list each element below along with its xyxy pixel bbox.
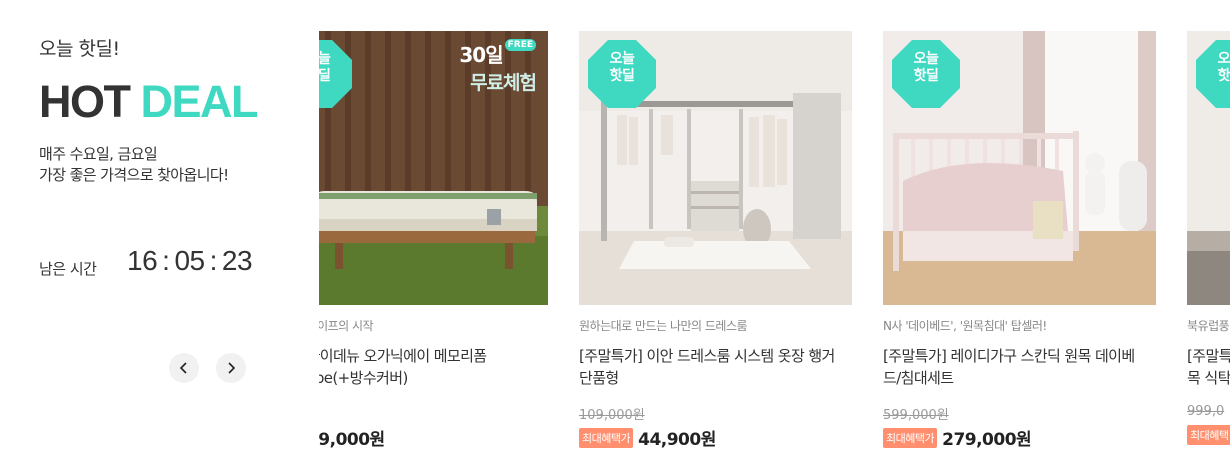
product-name[interactable]: [주말특 목 식탁 [1187,345,1230,389]
timer-label: 남은 시간 [39,260,97,278]
product-subtitle: N사 '데이베드', '원목침대' 탑셀러! [883,319,1047,333]
max-benefit-badge: 최대혜택가 [579,427,634,448]
promo-day: 30일 [459,43,503,67]
max-benefit-badge: 최대혜택가 [883,427,938,448]
title-deal: DEAL [140,76,259,127]
original-price: 0원 [319,404,548,421]
product-image-table[interactable]: 오늘 핫딜 [1187,31,1230,305]
free-trial-tag: 30일 FREE 무료체험 [459,39,537,95]
hot-deal-title: HOT DEAL [39,76,259,128]
title-hot: HOT [39,76,131,127]
product-subtitle: 원하는대로 만드는 나만의 드레스룸 [579,319,748,333]
product-name[interactable]: [주말특가] 이안 드레스룸 시스템 옷장 행거 단품형 [579,345,852,389]
desc-line-1: 매주 수요일, 금요일 [39,145,158,163]
chevron-left-icon [179,362,187,374]
product-card[interactable]: 오늘 핫딜 북유럽풍 [주말특 목 식탁 999,0 최대혜택 [1187,31,1230,445]
hotdeal-badge-text: 오늘 핫딜 [913,51,939,84]
price-row: 최대혜택 [1187,425,1230,445]
product-image-daybed[interactable]: 오늘 핫딜 [883,31,1156,305]
max-benefit-badge: 최대혜택 [1187,425,1230,445]
product-card[interactable]: 오늘 핫딜 원하는대로 만드는 나만의 드레스룸 [주말특가] 이안 드레스룸 … [579,31,852,450]
sale-price: 44,900원 [638,430,716,450]
original-price: 109,000원 [579,408,645,423]
product-image-mattress[interactable]: 오늘 핫딜 30일FREE 무료체험 [319,31,548,305]
hot-deal-description: 매주 수요일, 금요일 가장 좋은 가격으로 찾아옵니다! [39,144,229,186]
next-button[interactable] [216,353,246,383]
hotdeal-badge-text: 오늘 핫딜 [609,51,635,84]
price-row: 최대혜택가 44,900원 [579,425,852,450]
original-price: 999,0 [1187,404,1225,419]
product-card[interactable]: 오늘 핫딜 N사 '데이베드', '원목침대' 탑셀러! [주말특가] 레이디가… [883,31,1156,450]
chevron-right-icon [228,362,236,374]
product-subtitle: 2가닉 라이프의 시작 [319,319,374,333]
product-subtitle: 북유럽풍 [1187,319,1230,333]
hotdeal-badge-text: 오늘 핫딜 [1217,51,1230,84]
countdown-timer: 16:05:23 [127,245,253,276]
product-name[interactable]: }가] 아이데뉴 오가닉에이 메모리폼 스 3type(+방수커버) [319,345,548,389]
price-row: 가 259,000원 [319,425,548,450]
prev-button[interactable] [169,353,199,383]
desc-line-2: 가장 좋은 가격으로 찾아옵니다! [39,166,229,184]
timer-hours: 16 [127,245,158,276]
price-row: 최대혜택가 279,000원 [883,425,1156,450]
product-name[interactable]: [주말특가] 레이디가구 스칸딕 원목 데이베 드/침대세트 [883,345,1156,389]
hot-deal-intro: 오늘 핫딜! HOT DEAL 매주 수요일, 금요일 가장 좋은 가격으로 찾… [39,0,299,463]
promo-text: 무료체험 [470,72,537,94]
timer-minutes: 05 [174,245,205,276]
eyebrow-text: 오늘 핫딜! [39,38,120,60]
sale-price: 279,000원 [942,430,1032,450]
promo-free: FREE [504,39,536,51]
product-image-dressroom[interactable]: 오늘 핫딜 [579,31,852,305]
hotdeal-badge-text: 오늘 핫딜 [319,51,331,84]
product-carousel: 오늘 핫딜 30일FREE 무료체험 2가닉 라이프의 시작 }가] 아이데뉴 … [319,0,1230,463]
original-price: 599,000원 [883,408,949,423]
timer-seconds: 23 [221,245,253,276]
sale-price: 259,000원 [319,430,385,450]
product-card[interactable]: 오늘 핫딜 30일FREE 무료체험 2가닉 라이프의 시작 }가] 아이데뉴 … [319,31,548,450]
